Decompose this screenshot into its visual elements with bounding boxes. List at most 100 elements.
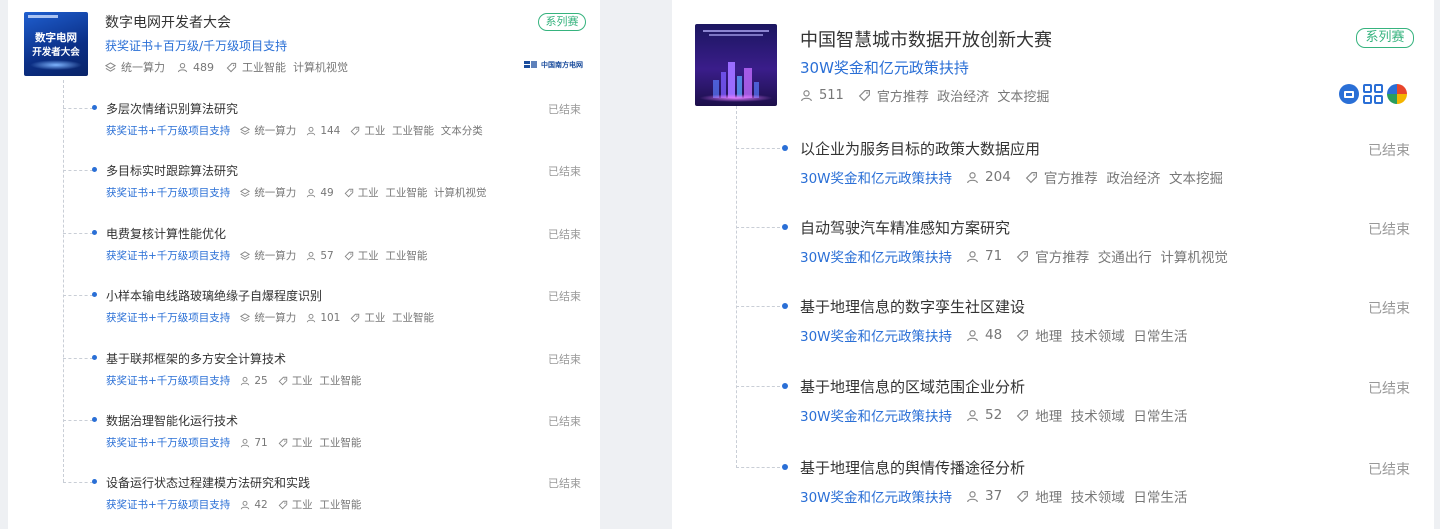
thumb-text-line-1: 数字电网 [35,32,77,44]
series-badge: 系列赛 [538,13,586,31]
bullet-dot [782,464,788,470]
sponsor-logo: 中国南方电网 [524,60,583,70]
sub-tags: 工业 工业智能 [291,437,362,449]
status-label: 已结束 [1368,381,1410,397]
user-icon [306,126,316,136]
sub-competition-title[interactable]: 小样本输电线路玻璃绝缘子自爆程度识别 [106,287,322,304]
sub-competition-item[interactable]: 电费复核计算性能优化 已结束 获奖证书+千万级项目支持 统一算力 57 工业 工… [8,222,600,267]
sub-competition-meta: 30W奖金和亿元政策扶持 52 地理 技术领域 日常生活 [800,405,1187,425]
sub-promo: 30W奖金和亿元政策扶持 [800,490,953,506]
sponsor-logo-icon [524,61,537,68]
partner-logo-grid-icon [1363,84,1383,104]
sub-competition-meta: 30W奖金和亿元政策扶持 37 地理 技术领域 日常生活 [800,486,1187,506]
participant-count: 57 [320,249,334,262]
sub-competition-title[interactable]: 基于地理信息的区域范围企业分析 [800,376,1025,397]
sub-tags: 工业 工业智能 [357,250,428,262]
sub-promo: 30W奖金和亿元政策扶持 [800,250,953,266]
tag-icon [278,500,288,510]
sub-competition-item[interactable]: 设备运行状态过程建模方法研究和实践 已结束 获奖证书+千万级项目支持 42 工业… [8,471,600,516]
user-icon [177,62,188,73]
competition-promo: 30W奖金和亿元政策扶持 [800,59,969,77]
status-label: 已结束 [548,103,581,116]
sub-competition-item[interactable]: 基于联邦框架的多方安全计算技术 已结束 获奖证书+千万级项目支持 25 工业 工… [8,347,600,392]
sub-competition-item[interactable]: 小样本输电线路玻璃绝缘子自爆程度识别 已结束 获奖证书+千万级项目支持 统一算力… [8,284,600,329]
status-label: 已结束 [1368,222,1410,238]
compute-label: 统一算力 [121,61,165,74]
sub-competition-meta: 获奖证书+千万级项目支持 71 工业 工业智能 [106,435,361,450]
sub-competition-item[interactable]: 基于地理信息的区域范围企业分析 已结束 30W奖金和亿元政策扶持 52 地理 技… [672,374,1434,432]
sub-competition-title[interactable]: 设备运行状态过程建模方法研究和实践 [106,474,310,491]
sub-competition-title[interactable]: 数据治理智能化运行技术 [106,412,238,429]
participant-count: 71 [985,248,1003,264]
user-icon [240,438,250,448]
sub-promo: 获奖证书+千万级项目支持 [106,312,231,324]
user-icon [966,329,979,342]
competition-thumbnail[interactable] [695,24,777,106]
sub-competition-title[interactable]: 多层次情绪识别算法研究 [106,100,238,117]
bullet-dot [92,167,97,172]
thumb-glow [30,60,82,70]
bullet-dot [92,355,97,360]
sub-promo: 30W奖金和亿元政策扶持 [800,329,953,345]
competition-thumbnail[interactable]: 数字电网 开发者大会 [24,12,88,76]
competition-title[interactable]: 中国智慧城市数据开放创新大赛 [800,26,1052,52]
sub-competition-title[interactable]: 基于联邦框架的多方安全计算技术 [106,350,286,367]
sub-promo: 获奖证书+千万级项目支持 [106,125,231,137]
sub-tags: 地理 技术领域 日常生活 [1035,409,1188,425]
sub-tags: 官方推荐 政治经济 文本挖掘 [1043,171,1223,187]
status-label: 已结束 [548,290,581,303]
sub-competition-title[interactable]: 电费复核计算性能优化 [106,225,226,242]
sub-tags: 工业 工业智能 计算机视觉 [357,187,487,199]
sub-tags: 工业 工业智能 [364,312,435,324]
sub-promo: 获奖证书+千万级项目支持 [106,499,231,511]
sub-tags: 地理 技术领域 日常生活 [1035,490,1188,506]
sub-competition-title[interactable]: 基于地理信息的舆情传播途径分析 [800,457,1025,478]
partner-logos [1339,84,1407,104]
tag-icon [278,376,288,386]
sub-tags: 工业 工业智能 [291,375,362,387]
compute-icon [240,312,251,323]
status-label: 已结束 [1368,301,1410,317]
bullet-dot [782,224,788,230]
bullet-dot [92,417,97,422]
sub-competition-title[interactable]: 多目标实时跟踪算法研究 [106,162,238,179]
sub-competition-title[interactable]: 自动驾驶汽车精准感知方案研究 [800,217,1010,238]
competition-card-smart-city[interactable]: 中国智慧城市数据开放创新大赛 系列赛 30W奖金和亿元政策扶持 511 官方推荐… [672,0,1434,529]
user-icon [306,313,316,323]
user-icon [966,250,979,263]
tag-icon [1016,329,1029,342]
sub-competition-item[interactable]: 基于地理信息的数字孪生社区建设 已结束 30W奖金和亿元政策扶持 48 地理 技… [672,294,1434,352]
sub-tags: 工业 工业智能 文本分类 [364,125,483,137]
thumb-text-line-2: 开发者大会 [32,47,80,58]
bullet-dot [92,230,97,235]
sub-competition-item[interactable]: 多目标实时跟踪算法研究 已结束 获奖证书+千万级项目支持 统一算力 49 工业 … [8,159,600,204]
status-label: 已结束 [1368,143,1410,159]
status-label: 已结束 [548,477,581,490]
user-icon [800,89,813,102]
thumb-skyline [695,56,777,98]
sub-competition-item[interactable]: 多层次情绪识别算法研究 已结束 获奖证书+千万级项目支持 统一算力 144 工业… [8,97,600,142]
user-icon [966,171,979,184]
tag-icon [858,89,871,102]
tag-icon [350,126,360,136]
tag-icon [278,438,288,448]
user-icon [966,409,979,422]
competition-card-digital-grid[interactable]: 数字电网 开发者大会 数字电网开发者大会 系列赛 获奖证书+百万级/千万级项目支… [8,0,600,529]
bullet-dot [782,145,788,151]
participant-count: 52 [985,407,1003,423]
compute-label: 统一算力 [254,125,297,137]
sub-competition-item[interactable]: 自动驾驶汽车精准感知方案研究 已结束 30W奖金和亿元政策扶持 71 官方推荐 … [672,215,1434,273]
sub-tags: 地理 技术领域 日常生活 [1035,329,1188,345]
sub-competition-meta: 获奖证书+千万级项目支持 统一算力 49 工业 工业智能 计算机视觉 [106,185,487,200]
sub-competition-title[interactable]: 以企业为服务目标的政策大数据应用 [800,138,1040,159]
sub-promo: 30W奖金和亿元政策扶持 [800,409,953,425]
thumb-glow [699,94,773,102]
participant-count: 25 [254,374,268,387]
sub-competition-title[interactable]: 基于地理信息的数字孪生社区建设 [800,296,1025,317]
bullet-dot [92,105,97,110]
competition-title[interactable]: 数字电网开发者大会 [105,12,231,32]
tag-icon [1025,171,1038,184]
sub-competition-item[interactable]: 以企业为服务目标的政策大数据应用 已结束 30W奖金和亿元政策扶持 204 官方… [672,136,1434,194]
sub-competition-item[interactable]: 基于地理信息的舆情传播途径分析 已结束 30W奖金和亿元政策扶持 37 地理 技… [672,455,1434,513]
sub-competition-item[interactable]: 数据治理智能化运行技术 已结束 获奖证书+千万级项目支持 71 工业 工业智能 [8,409,600,454]
